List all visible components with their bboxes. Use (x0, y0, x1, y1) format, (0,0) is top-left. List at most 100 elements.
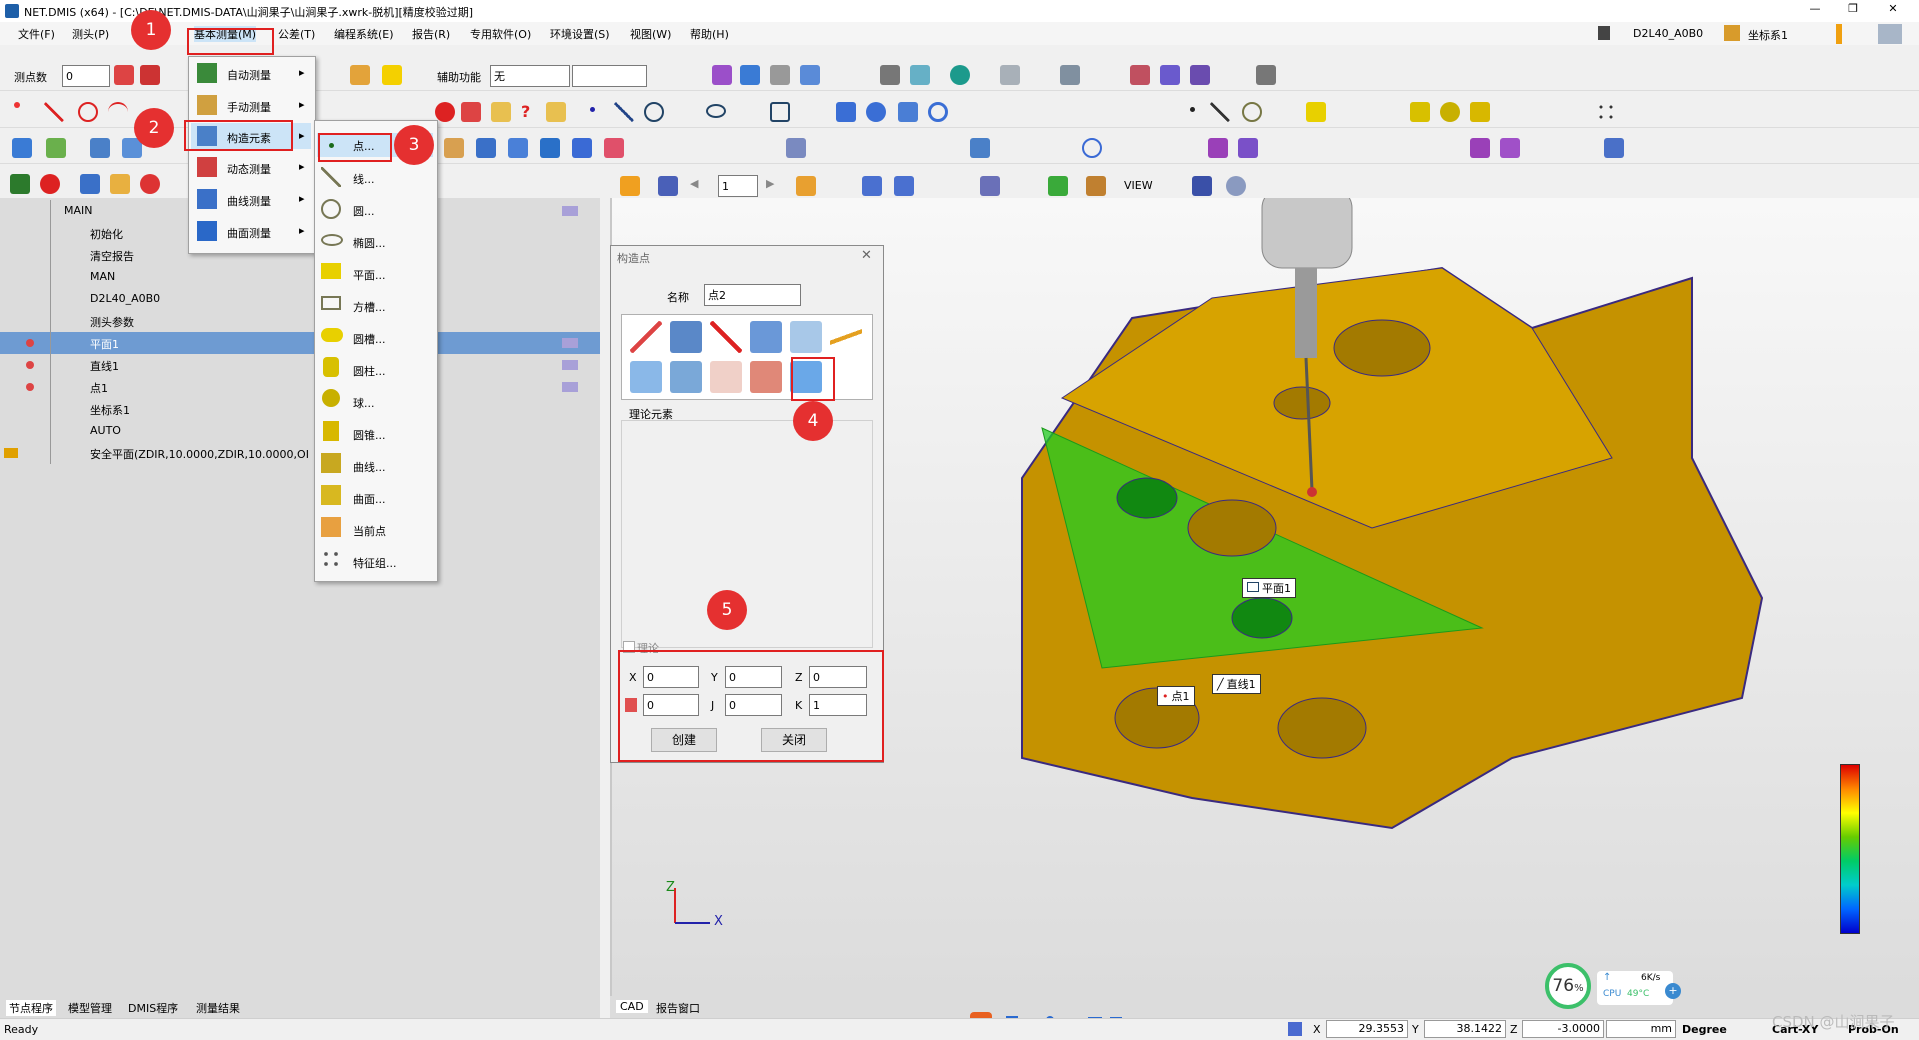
aux-function-select[interactable]: 无 (490, 65, 570, 87)
menu-environment[interactable]: 环境设置(S) (550, 26, 610, 42)
init-icon[interactable] (12, 138, 32, 158)
method-project-icon[interactable] (790, 321, 822, 353)
tree-item-line1[interactable]: 直线1 (0, 354, 600, 376)
method-curve-icon[interactable] (710, 361, 742, 393)
light-icon[interactable] (620, 176, 640, 196)
tree-item-probe[interactable]: D2L40_A0B0 (0, 288, 600, 310)
perpendicular-icon[interactable] (1238, 138, 1258, 158)
method-offset-icon[interactable] (830, 321, 862, 353)
layer-icon[interactable] (796, 176, 816, 196)
record-icon[interactable] (140, 174, 160, 194)
point-tool-icon[interactable] (14, 102, 20, 108)
menu-item-current-point[interactable]: 当前点 (353, 523, 386, 539)
cube-icon[interactable] (910, 65, 930, 85)
point-blue-icon[interactable] (590, 107, 595, 112)
tab-node-program[interactable]: 节点程序 (6, 1000, 56, 1016)
tab-report-window[interactable]: 报告窗口 (656, 1000, 700, 1016)
line-tool-icon[interactable] (44, 102, 64, 122)
camera-icon[interactable] (1190, 65, 1210, 85)
circle-blue-icon[interactable] (644, 102, 664, 122)
menu-item-circle[interactable]: 圆... (353, 203, 375, 219)
view-label[interactable]: VIEW (1124, 179, 1153, 192)
set-square-icon[interactable] (491, 102, 511, 122)
menu-item-round-slot[interactable]: 圆槽... (353, 331, 386, 347)
menu-item-rect-slot[interactable]: 方槽... (353, 299, 386, 315)
menu-item-ellipse[interactable]: 椭圆... (353, 235, 386, 251)
head-icon[interactable] (1086, 176, 1106, 196)
menu-file[interactable]: 文件(F) (18, 26, 55, 42)
menu-item-manual-measure[interactable]: 手动测量 (227, 99, 271, 115)
line-blue-icon[interactable] (614, 102, 634, 122)
tol-line-icon[interactable] (970, 138, 990, 158)
menu-item-surface[interactable]: 曲面... (353, 491, 386, 507)
menu-view[interactable]: 视图(W) (630, 26, 671, 42)
menu-item-line[interactable]: 线... (353, 171, 375, 187)
rect-blue-icon[interactable] (770, 102, 790, 122)
method-center-icon[interactable] (750, 321, 782, 353)
line-yellow-icon[interactable] (1210, 102, 1230, 122)
page-select[interactable]: 1 (718, 175, 758, 197)
prev-page-icon[interactable]: ◀ (690, 177, 698, 190)
method-cube-icon[interactable] (630, 361, 662, 393)
breakpoint-icon[interactable] (26, 383, 34, 391)
parallel-icon[interactable] (1208, 138, 1228, 158)
menu-special[interactable]: 专用软件(O) (470, 26, 531, 42)
menu-help[interactable]: 帮助(H) (690, 26, 729, 42)
minimize-button[interactable]: — (1800, 2, 1830, 20)
curve-construct-icon[interactable] (540, 138, 560, 158)
slot-construct-icon[interactable] (508, 138, 528, 158)
method-cone-icon[interactable] (670, 361, 702, 393)
cylinder-blue-icon[interactable] (836, 102, 856, 122)
menu-item-curve-measure[interactable]: 曲线测量 (227, 193, 271, 209)
tree-item-point1[interactable]: 点1 (0, 376, 600, 398)
restore-button[interactable]: ❐ (1838, 2, 1868, 20)
save-view-icon[interactable] (658, 176, 678, 196)
select-icon[interactable] (1060, 65, 1080, 85)
sphere-blue-icon[interactable] (866, 102, 886, 122)
tab-measure-results[interactable]: 测量结果 (196, 1000, 240, 1016)
tab-model-manage[interactable]: 模型管理 (68, 1000, 112, 1016)
probe-tool-icon[interactable] (712, 65, 732, 85)
tolerance-icon[interactable] (786, 138, 806, 158)
tree-item-safe-plane[interactable]: 安全平面(ZDIR,10.0000,ZDIR,10.0000,OI (0, 442, 600, 464)
cone-yellow-icon[interactable] (1470, 102, 1490, 122)
menu-report[interactable]: 报告(R) (412, 26, 450, 42)
menu-programming[interactable]: 编程系统(E) (334, 26, 394, 42)
name-input[interactable]: 点2 (704, 284, 801, 306)
plus-icon[interactable]: + (1665, 983, 1681, 999)
lock-icon[interactable] (110, 174, 130, 194)
point-count-input[interactable]: 0 (62, 65, 110, 87)
tree-item-auto[interactable]: AUTO (0, 420, 600, 442)
red-tool-icon[interactable] (114, 65, 134, 85)
menu-tolerance[interactable]: 公差(T) (278, 26, 315, 42)
run-icon[interactable] (10, 174, 30, 194)
menu-item-sphere[interactable]: 球... (353, 395, 375, 411)
method-cylinder-icon[interactable] (670, 321, 702, 353)
torus-blue-icon[interactable] (928, 102, 948, 122)
tree-item-coord1[interactable]: 坐标系1 (0, 398, 600, 420)
path-icon[interactable] (546, 102, 566, 122)
next-page-icon[interactable]: ▶ (766, 177, 774, 190)
dialog-close-icon[interactable]: ✕ (861, 248, 872, 263)
label-plane1[interactable]: 平面1 (1242, 578, 1296, 598)
plane-yellow-icon[interactable] (1306, 102, 1326, 122)
sphere-icon[interactable] (950, 65, 970, 85)
ruler-icon[interactable] (800, 65, 820, 85)
probe-array-icon[interactable] (140, 65, 160, 85)
circle-yellow-icon[interactable] (1242, 102, 1262, 122)
tol-circle-icon[interactable] (1082, 138, 1102, 158)
menu-item-surface-measure[interactable]: 曲面测量 (227, 225, 271, 241)
help-icon[interactable]: ? (521, 102, 541, 122)
menu-item-plane[interactable]: 平面... (353, 267, 386, 283)
menu-item-auto-measure[interactable]: 自动测量 (227, 67, 271, 83)
point-yellow-icon[interactable] (1190, 107, 1195, 112)
sphere-yellow-icon[interactable] (1440, 102, 1460, 122)
menu-probe[interactable]: 测头(P) (72, 26, 109, 42)
position-icon[interactable] (1470, 138, 1490, 158)
move-icon[interactable] (740, 65, 760, 85)
breakpoint-icon[interactable] (26, 339, 34, 347)
step-icon[interactable] (80, 174, 100, 194)
screen-icon[interactable] (1160, 65, 1180, 85)
cyl-construct-icon[interactable] (476, 138, 496, 158)
menu-item-curve[interactable]: 曲线... (353, 459, 386, 475)
